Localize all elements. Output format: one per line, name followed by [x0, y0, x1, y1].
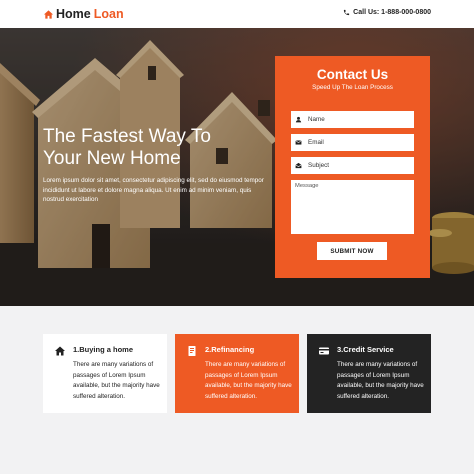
feature-title: 2.Refinancing — [205, 345, 255, 354]
email-field[interactable]: Email — [291, 134, 414, 151]
hero-title-line1: The Fastest Way To — [43, 126, 211, 147]
feature-card-refinancing: 2.Refinancing There are many variations … — [175, 334, 299, 413]
feature-text: There are many variations of passages of… — [205, 361, 292, 400]
home-icon — [43, 9, 54, 19]
home-icon — [55, 346, 65, 356]
subject-field[interactable]: Subject — [291, 157, 414, 174]
phone-icon — [344, 9, 350, 16]
contact-form: Contact Us Speed Up The Loan Process Nam… — [275, 56, 430, 278]
hero-title-line2: Your New Home — [43, 148, 181, 169]
feature-card-credit: 3.Credit Service There are many variatio… — [307, 334, 431, 413]
name-field[interactable]: Name — [291, 111, 414, 128]
user-icon — [291, 111, 306, 128]
message-field[interactable]: Message — [291, 180, 414, 234]
site-header: Home Loan Call Us: 1-888-000-0800 — [0, 0, 474, 28]
submit-button[interactable]: SUBMIT NOW — [317, 242, 387, 260]
document-icon — [188, 346, 196, 356]
contact-subtitle: Speed Up The Loan Process — [312, 84, 393, 91]
hero-title: The Fastest Way To Your New Home — [43, 126, 273, 170]
contact-title: Contact Us — [316, 67, 389, 82]
credit-card-icon — [319, 347, 329, 355]
logo-word-home: Home — [56, 7, 91, 21]
feature-title: 3.Credit Service — [337, 345, 394, 354]
hero-description: Lorem ipsum dolor sit amet, consectetur … — [43, 177, 264, 203]
logo-word-loan: Loan — [93, 7, 124, 21]
envelope-icon — [291, 134, 306, 151]
message-field-label: Message — [295, 183, 319, 189]
open-envelope-icon — [291, 157, 306, 174]
call-us-text: Call Us: 1-888-000-0800 — [353, 9, 431, 16]
name-field-label: Name — [308, 116, 325, 123]
logo[interactable]: Home Loan — [43, 7, 124, 21]
call-us[interactable]: Call Us: 1-888-000-0800 — [343, 9, 431, 16]
email-field-label: Email — [308, 139, 324, 146]
subject-field-label: Subject — [308, 162, 330, 169]
feature-text: There are many variations of passages of… — [73, 361, 160, 400]
feature-card-buying: 1.Buying a home There are many variation… — [43, 334, 167, 413]
feature-title: 1.Buying a home — [73, 345, 134, 354]
feature-text: There are many variations of passages of… — [337, 361, 424, 400]
